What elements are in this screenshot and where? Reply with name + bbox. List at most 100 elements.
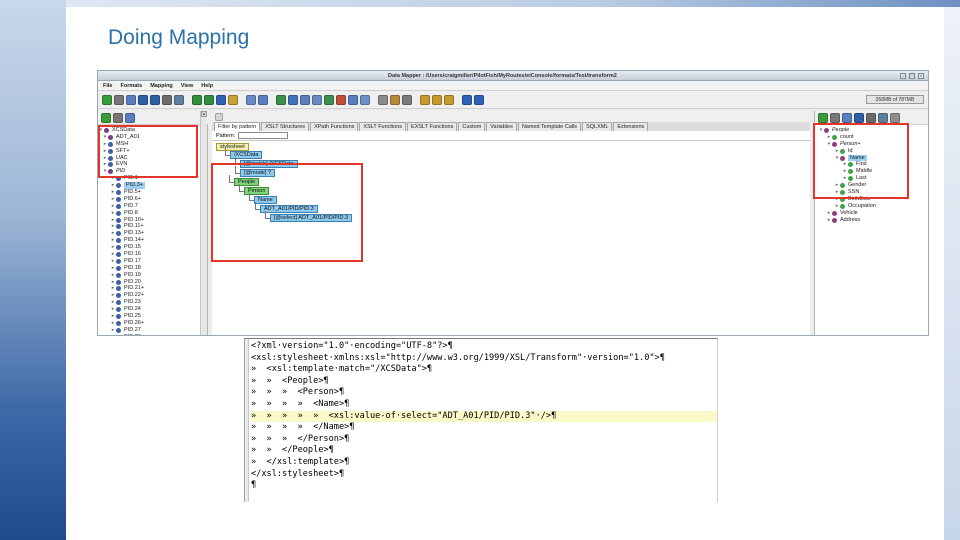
- tree-node[interactable]: ▸ Vehicle: [818, 210, 928, 217]
- tree-node[interactable]: ▸ SSN: [818, 189, 928, 196]
- tree-node[interactable]: ▸ PID.19: [98, 272, 207, 279]
- mapping-node[interactable]: [@select] ADT_A01/PID/PID.3: [270, 214, 353, 222]
- tree-node[interactable]: ▸ PID.8: [98, 210, 207, 217]
- mapping-node[interactable]: Person: [244, 187, 270, 195]
- tab-exslt-functions[interactable]: EXSLT Functions: [407, 122, 458, 131]
- xslt-code-editor[interactable]: <?xml·version="1.0"·encoding="UTF-8"?>¶ <…: [244, 338, 718, 502]
- grid-edit-icon[interactable]: [300, 94, 310, 105]
- tree-node[interactable]: ▸ PID.5+: [98, 189, 207, 196]
- tree-node[interactable]: ▾ Name: [818, 154, 928, 162]
- tree-node[interactable]: ▸ PID.29: [98, 334, 207, 335]
- tree-node[interactable]: ▸ PID.21+: [98, 285, 207, 292]
- tab-named-template-calls[interactable]: Named Template Calls: [517, 122, 582, 131]
- source-tree-scrollbar[interactable]: ▴: [200, 111, 207, 335]
- tree-node[interactable]: ▸ PID.26+: [98, 320, 207, 327]
- tree-node[interactable]: ▸ Gender: [818, 182, 928, 189]
- mapping-node[interactable]: People: [234, 178, 260, 186]
- move-down-icon[interactable]: [432, 94, 442, 105]
- mapping-node[interactable]: [@mode] ?: [240, 169, 275, 177]
- save-icon[interactable]: [138, 94, 148, 105]
- grid-icon[interactable]: [258, 94, 268, 105]
- paste-icon[interactable]: [390, 94, 400, 105]
- copy-icon[interactable]: [126, 94, 136, 105]
- print-icon[interactable]: [866, 112, 876, 123]
- tree-node[interactable]: ▸ PID.10+: [98, 217, 207, 224]
- mapping-node[interactable]: stylesheet: [216, 143, 249, 151]
- menu-view[interactable]: View: [181, 83, 193, 89]
- tree-node[interactable]: ▸ PID.20: [98, 279, 207, 286]
- mapping-node[interactable]: [@match] /XCSData: [240, 160, 298, 168]
- add-node-icon[interactable]: [818, 112, 828, 123]
- tree-node[interactable]: ▸ PID.15: [98, 244, 207, 251]
- tree-node[interactable]: ▸ count: [818, 134, 928, 141]
- stack-add-icon[interactable]: [246, 94, 256, 105]
- tab-custom[interactable]: Custom: [458, 122, 486, 131]
- tree-node[interactable]: ▸ First: [818, 161, 928, 168]
- grid-blue-icon[interactable]: [288, 94, 298, 105]
- tree-node[interactable]: ▸ MSH: [98, 141, 207, 148]
- tree-node[interactable]: ▾ XCSData: [98, 127, 207, 134]
- tree-node[interactable]: ▸ PID.1: [98, 175, 207, 182]
- tree-node[interactable]: ▸ PID.14+: [98, 237, 207, 244]
- export-icon[interactable]: [890, 112, 900, 123]
- tree-node[interactable]: ▸ PID.17: [98, 258, 207, 265]
- add-green-icon[interactable]: [102, 94, 112, 105]
- tree-node[interactable]: ▸ PID.24: [98, 306, 207, 313]
- add-node-icon[interactable]: [101, 112, 111, 123]
- tree-node[interactable]: ▸ PID.7: [98, 203, 207, 210]
- undo-icon[interactable]: [192, 94, 202, 105]
- mapping-node[interactable]: Name: [254, 196, 277, 204]
- scroll-up-arrow-icon[interactable]: ▴: [201, 111, 207, 117]
- settings-icon[interactable]: [174, 94, 184, 105]
- tree-node[interactable]: ▸ PID.13+: [98, 230, 207, 237]
- redo-icon[interactable]: [204, 94, 214, 105]
- menu-mapping[interactable]: Mapping: [150, 83, 173, 89]
- tree-node[interactable]: ▸ PID.23: [98, 299, 207, 306]
- wrench-icon[interactable]: [830, 112, 840, 123]
- settings-icon[interactable]: [878, 112, 888, 123]
- tree-node[interactable]: ▾ PID: [98, 168, 207, 175]
- copy-icon[interactable]: [125, 112, 135, 123]
- import-icon[interactable]: [216, 94, 226, 105]
- tree-node[interactable]: ▸ PID.27: [98, 327, 207, 334]
- grid-box-icon[interactable]: [348, 94, 358, 105]
- mapping-node[interactable]: ADT_A01/PID/PID.3: [260, 205, 318, 213]
- wrench-icon[interactable]: [113, 112, 123, 123]
- cut-icon[interactable]: [378, 94, 388, 105]
- grid-green-icon[interactable]: [276, 94, 286, 105]
- tree-node[interactable]: ▸ Last: [818, 175, 928, 182]
- menu-help[interactable]: Help: [201, 83, 213, 89]
- tree-node[interactable]: ▸ PID.18: [98, 265, 207, 272]
- tab-extensions[interactable]: Extensions: [613, 122, 649, 131]
- tree-node[interactable]: ▸ PID.6+: [98, 196, 207, 203]
- copy-icon[interactable]: [842, 112, 852, 123]
- grid-red-icon[interactable]: [336, 94, 346, 105]
- maximize-button[interactable]: □: [909, 73, 915, 79]
- doc-icon[interactable]: [402, 94, 412, 105]
- pattern-input[interactable]: [238, 132, 289, 139]
- close-button[interactable]: ×: [918, 73, 924, 79]
- print-icon[interactable]: [162, 94, 172, 105]
- move-up-icon[interactable]: [420, 94, 430, 105]
- grid-check-icon[interactable]: [324, 94, 334, 105]
- collapse-icon[interactable]: [215, 112, 223, 121]
- wrench-icon[interactable]: [114, 94, 124, 105]
- move-icon[interactable]: [444, 94, 454, 105]
- tab-xpath-functions[interactable]: XPath Functions: [310, 122, 359, 131]
- tree-node[interactable]: ▸ Id: [818, 148, 928, 155]
- help-icon[interactable]: [462, 94, 472, 105]
- tree-node[interactable]: ▸ Occupation: [818, 203, 928, 210]
- tree-node[interactable]: ▾ Person+: [818, 141, 928, 148]
- tab-xslt-structures[interactable]: XSLT Structures: [261, 122, 310, 131]
- tab-xslt-functions[interactable]: XSLT Functions: [359, 122, 407, 131]
- tree-node[interactable]: ▸ EVN: [98, 161, 207, 168]
- tree-node[interactable]: ▸ PID.16: [98, 251, 207, 258]
- tree-node[interactable]: ▸ BirthDate: [818, 196, 928, 203]
- tree-node[interactable]: ▸ PID.3+: [98, 182, 207, 190]
- minimize-button[interactable]: –: [900, 73, 906, 79]
- collapsed-toggle-icon[interactable]: ▸: [110, 334, 116, 335]
- tree-node[interactable]: ▾ People: [818, 127, 928, 134]
- save-all-icon[interactable]: [150, 94, 160, 105]
- tab-filter-by-pattern[interactable]: Filter by pattern: [214, 122, 261, 131]
- tree-node[interactable]: ▸ PID.22+: [98, 292, 207, 299]
